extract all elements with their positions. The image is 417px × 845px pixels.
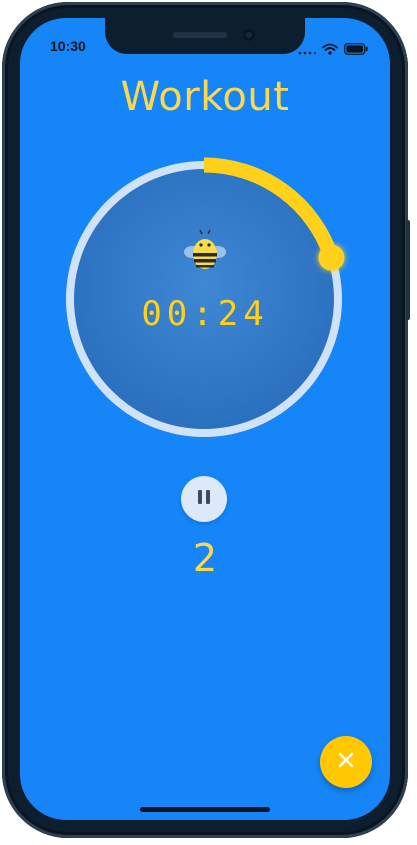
side-button-right [406,220,410,320]
timer-display: 00:24 [141,294,269,334]
pause-icon [197,489,211,509]
signal-icon [298,40,317,59]
page-title: Workout [120,74,290,120]
timer-ring [66,157,345,437]
battery-icon [344,40,368,59]
app-screen: 10:30 Workout 00:24 2 [20,18,390,820]
home-indicator [140,807,270,812]
speaker [173,32,227,38]
camera [243,29,255,41]
rep-count: 2 [192,536,218,580]
pause-button[interactable] [181,476,227,522]
close-button[interactable] [320,736,372,788]
wifi-icon [322,40,338,59]
close-icon [337,751,355,773]
notch [105,18,305,54]
timer-progress-knob [318,244,345,271]
status-time: 10:30 [50,38,86,54]
status-indicators [298,40,368,59]
bee-icon [180,229,230,274]
